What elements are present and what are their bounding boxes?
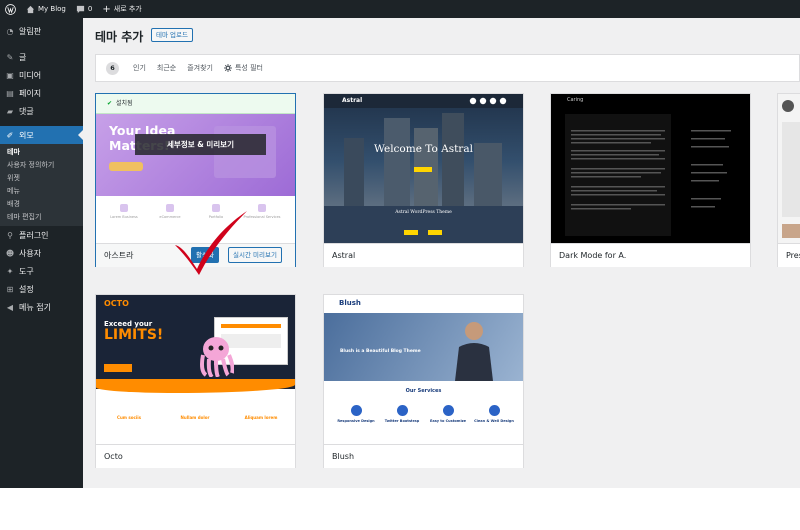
admin-bar: My Blog 0 + 새로 추가 xyxy=(0,0,800,18)
submenu-widgets[interactable]: 위젯 xyxy=(0,172,83,185)
screenshot-button xyxy=(414,167,432,172)
appearance-submenu: 테마 사용자 정의하기 위젯 메뉴 배경 테마 편집기 xyxy=(0,144,83,226)
screenshot-service: Responsive Design xyxy=(336,405,376,423)
theme-card-octo[interactable]: OCTO Exceed your LIMITS! Cum sociis Null… xyxy=(95,294,296,468)
comments-count: 0 xyxy=(87,5,93,13)
menu-item-users[interactable]: ☻ 사용자 xyxy=(0,244,83,262)
tab-popular[interactable]: 인기 xyxy=(133,63,146,73)
theme-screenshot[interactable]: Blush Blush is a Beautiful Blog Theme Ou… xyxy=(324,295,523,444)
submenu-menus[interactable]: 메뉴 xyxy=(0,185,83,198)
screenshot-service: Clean & Well Design xyxy=(474,405,514,423)
page-icon: ▤ xyxy=(6,88,14,98)
menu-item-comments[interactable]: ▰ 댓글 xyxy=(0,102,83,120)
menu-item-collapse[interactable]: ◀ 메뉴 접기 xyxy=(0,298,83,316)
theme-name: Blush xyxy=(324,444,523,468)
screenshot-skyline xyxy=(344,113,502,206)
media-icon: ▣ xyxy=(6,70,14,80)
upload-theme-button[interactable]: 테마 업로드 xyxy=(151,28,193,42)
menu-item-appearance[interactable]: ✐ 외모 xyxy=(0,126,83,144)
gear-icon xyxy=(223,64,232,72)
theme-name: Octo xyxy=(96,444,295,468)
submenu-theme-editor[interactable]: 테마 편집기 xyxy=(0,211,83,224)
theme-screenshot[interactable] xyxy=(778,94,800,243)
settings-icon: ⊞ xyxy=(6,284,14,294)
comments-link[interactable]: 0 xyxy=(71,0,97,18)
submenu-customize[interactable]: 사용자 정의하기 xyxy=(0,159,83,172)
theme-card-astra[interactable]: ✔설치됨 Your Idea Matters! Lorem Business e… xyxy=(95,93,296,275)
screenshot-header: Astral xyxy=(324,94,523,108)
theme-card-dark-mode[interactable]: Caring Dark Mode for A. xyxy=(550,93,751,267)
submenu-themes[interactable]: 테마 xyxy=(0,146,83,159)
menu-item-settings[interactable]: ⊞ 설정 xyxy=(0,280,83,298)
screenshot-service: Easy to Customize xyxy=(428,405,468,423)
theme-count: 6 xyxy=(106,61,119,75)
tab-latest[interactable]: 최근순 xyxy=(157,63,176,73)
filter-bar: 6 인기 최근순 즐겨찾기 특성 필터 xyxy=(95,54,800,82)
details-preview-overlay[interactable]: 세부정보 & 미리보기 xyxy=(135,134,266,155)
site-name: My Blog xyxy=(38,5,66,13)
menu-item-tools[interactable]: ✦ 도구 xyxy=(0,262,83,280)
feature-filter-button[interactable]: 특성 필터 xyxy=(223,63,263,73)
new-label: 새로 추가 xyxy=(113,5,142,13)
screenshot-hero: OCTO Exceed your LIMITS! xyxy=(96,295,295,389)
theme-screenshot[interactable]: Caring xyxy=(551,94,750,243)
wordpress-icon xyxy=(5,3,16,15)
theme-card-blush[interactable]: Blush Blush is a Beautiful Blog Theme Ou… xyxy=(323,294,524,468)
plugin-icon: ⚲ xyxy=(7,230,13,240)
comment-bubble-icon xyxy=(76,5,84,13)
menu-item-dashboard[interactable]: ◔ 알림판 xyxy=(0,22,83,40)
social-icons xyxy=(469,97,507,105)
theme-name: Astral xyxy=(324,243,523,267)
user-icon: ☻ xyxy=(5,248,15,258)
octopus-mascot xyxy=(200,337,234,377)
admin-sidebar: ◔ 알림판 ✎ 글 ▣ 미디어 ▤ 페이지 ▰ 댓글 ✐ 외모 테마 사용자 정의하기 위젯… xyxy=(0,18,83,488)
theme-card-pres[interactable]: Pres xyxy=(777,93,800,267)
dashboard-icon: ◔ xyxy=(6,26,14,36)
page-bottom-area xyxy=(0,488,800,530)
theme-screenshot[interactable]: Astral Welcome To Astral Astral WordPres… xyxy=(324,94,523,243)
home-icon xyxy=(26,5,35,13)
wrench-icon: ✦ xyxy=(6,266,14,276)
menu-item-media[interactable]: ▣ 미디어 xyxy=(0,66,83,84)
screenshot-feature: Lorem Business xyxy=(104,204,144,219)
page-title: 테마 추가 xyxy=(95,30,144,44)
collapse-icon: ◀ xyxy=(6,302,14,312)
screenshot-button xyxy=(104,364,132,372)
pin-icon: ✎ xyxy=(6,52,14,62)
screenshot-column: Nullam dolor xyxy=(180,415,210,420)
screenshot-footer: Astral WordPress Theme xyxy=(324,206,523,243)
screenshot-column: Aliquam lorem xyxy=(244,415,278,420)
plus-icon: + xyxy=(102,3,111,15)
screenshot-hero: Your Idea Matters! xyxy=(96,114,295,196)
submenu-background[interactable]: 배경 xyxy=(0,198,83,211)
theme-card-astral[interactable]: Astral Welcome To Astral Astral WordPres… xyxy=(323,93,524,267)
feature-filter-label: 특성 필터 xyxy=(234,64,263,72)
site-name-link[interactable]: My Blog xyxy=(21,0,71,18)
menu-item-pages[interactable]: ▤ 페이지 xyxy=(0,84,83,102)
installed-notice: ✔ 설치됨 xyxy=(96,94,295,114)
main-content: 테마 추가 테마 업로드 6 인기 최근순 즐겨찾기 특성 필터 ✔ 설치됨 Yo… xyxy=(83,18,800,488)
tab-favorites[interactable]: 즐겨찾기 xyxy=(187,63,213,73)
screenshot-text-lines xyxy=(565,114,731,236)
screenshot-person xyxy=(455,322,493,381)
theme-name: Dark Mode for A. xyxy=(551,243,750,267)
new-content-link[interactable]: + 새로 추가 xyxy=(97,0,146,18)
screenshot-service: Twitter Bootstrap xyxy=(382,405,422,423)
check-icon: ✔ xyxy=(107,100,113,107)
wordpress-logo[interactable] xyxy=(0,0,21,18)
wp-admin-screen: My Blog 0 + 새로 추가 ◔ 알림판 ✎ 글 ▣ 미디어 ▤ 페이지 ▰ 댓글 … xyxy=(0,0,800,530)
menu-item-plugins[interactable]: ⚲ 플러그인 xyxy=(0,226,83,244)
theme-screenshot[interactable]: OCTO Exceed your LIMITS! Cum sociis Null… xyxy=(96,295,295,444)
comment-icon: ▰ xyxy=(6,106,14,116)
screenshot-column: Cum sociis xyxy=(117,415,141,420)
red-checkmark-annotation xyxy=(175,211,247,275)
screenshot-headline: Welcome To Astral xyxy=(374,143,473,155)
screenshot-hero: Blush is a Beautiful Blog Theme xyxy=(324,313,523,381)
menu-item-posts[interactable]: ✎ 글 xyxy=(0,48,83,66)
brush-icon: ✐ xyxy=(6,130,14,140)
theme-name: Pres xyxy=(778,243,800,267)
screenshot-button xyxy=(109,162,143,171)
screenshot-wave xyxy=(96,379,295,393)
